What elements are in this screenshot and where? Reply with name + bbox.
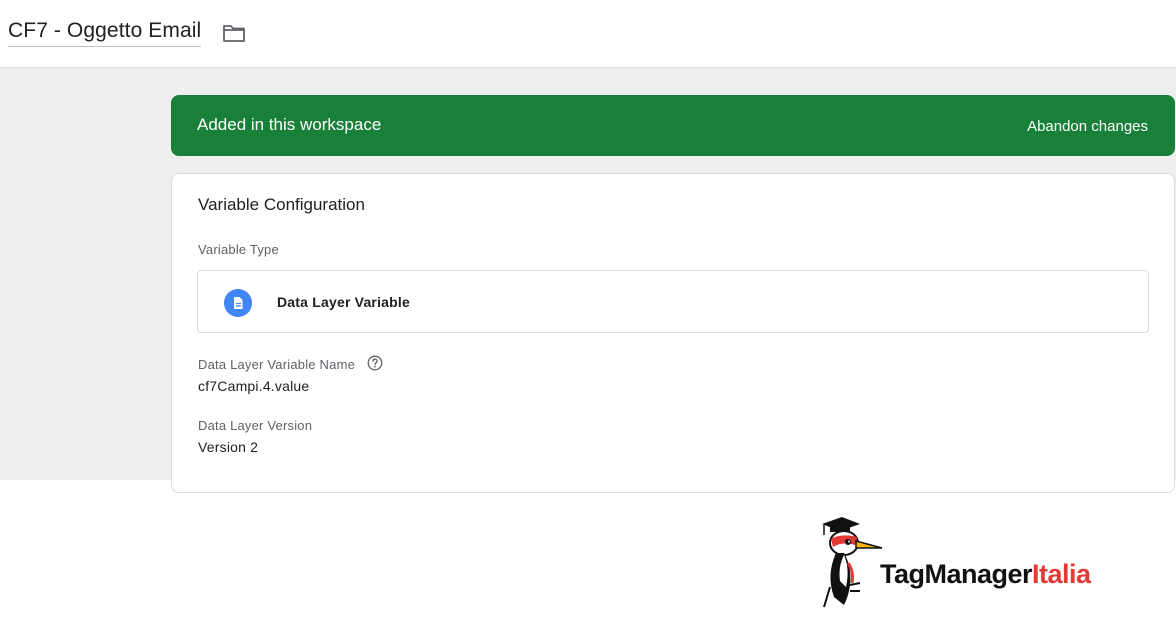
variable-type-name: Data Layer Variable [277,294,410,310]
abandon-changes-button[interactable]: Abandon changes [1027,118,1148,135]
dl-version-value: Version 2 [198,439,259,455]
logo-text-part1: TagManager [880,559,1033,589]
dl-variable-name-value: cf7Campi.4.value [198,378,310,394]
dl-variable-name-label: Data Layer Variable Name [198,357,356,372]
folder-icon[interactable] [222,23,246,43]
document-icon [224,289,252,317]
help-icon[interactable] [367,355,383,371]
logo-text-part2: Italia [1032,559,1091,589]
variable-type-label: Variable Type [198,242,279,257]
workspace-status-banner: Added in this workspace Abandon changes [171,95,1175,156]
variable-type-selector[interactable]: Data Layer Variable [197,270,1149,333]
dl-version-label: Data Layer Version [198,418,313,433]
brand-logo-text: TagManagerItalia [880,559,1091,590]
variable-name-title[interactable]: CF7 - Oggetto Email [8,19,202,47]
page-header: CF7 - Oggetto Email [0,0,1176,68]
card-title: Variable Configuration [198,195,365,214]
workspace-status-text: Added in this workspace [197,115,382,134]
variable-configuration-card[interactable]: Variable Configuration Variable Type Dat… [171,173,1175,493]
